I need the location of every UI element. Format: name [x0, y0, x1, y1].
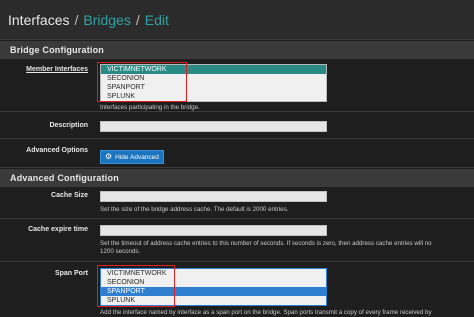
breadcrumb-separator: /	[135, 11, 140, 28]
cache-size-input[interactable]	[100, 191, 327, 202]
advanced-options-row: Advanced Options ⚙ Hide Advanced	[0, 140, 474, 168]
section-title-advanced-configuration: Advanced Configuration	[0, 169, 474, 187]
cache-size-help: Set the size of the bridge address cache…	[100, 206, 289, 213]
cache-expire-input[interactable]	[100, 225, 327, 236]
advanced-options-label: Advanced Options	[26, 147, 88, 154]
hide-advanced-button-label: Hide Advanced	[115, 153, 159, 161]
gear-icon: ⚙	[105, 152, 113, 161]
highlight-box-span-port	[97, 265, 175, 307]
span-port-row: Span Port VICTIMNETWORK SECONION SPANPOR…	[0, 263, 474, 317]
breadcrumb-edit[interactable]: Edit	[145, 12, 169, 28]
section-title-bridge-configuration: Bridge Configuration	[0, 41, 474, 59]
description-input[interactable]	[100, 121, 327, 132]
cache-expire-row: Cache expire time Set the timeout of add…	[0, 220, 474, 262]
breadcrumb-interfaces[interactable]: Interfaces	[8, 12, 69, 28]
cache-expire-help-line2: 1200 seconds.	[100, 248, 141, 255]
member-interfaces-row: Member Interfaces VICTIMNETWORK SECONION…	[0, 59, 474, 112]
span-port-help: Add the interface named by interface as …	[100, 309, 432, 316]
member-interfaces-help: Interfaces participating in the bridge.	[100, 104, 200, 111]
description-label: Description	[49, 122, 88, 129]
breadcrumb: Interfaces / Bridges / Edit	[0, 0, 474, 40]
hide-advanced-button[interactable]: ⚙ Hide Advanced	[100, 150, 164, 164]
span-port-label: Span Port	[54, 270, 88, 277]
breadcrumb-bridges[interactable]: Bridges	[83, 12, 130, 28]
description-row: Description	[0, 113, 474, 139]
member-interfaces-label[interactable]: Member Interfaces	[0, 66, 88, 73]
cache-expire-label: Cache expire time	[28, 226, 88, 233]
cache-expire-help-line1: Set the timeout of address cache entries…	[100, 240, 432, 247]
cache-size-row: Cache Size Set the size of the bridge ad…	[0, 187, 474, 219]
breadcrumb-separator: /	[74, 11, 79, 28]
cache-size-label: Cache Size	[51, 192, 88, 199]
highlight-box-member-interfaces	[97, 62, 187, 102]
